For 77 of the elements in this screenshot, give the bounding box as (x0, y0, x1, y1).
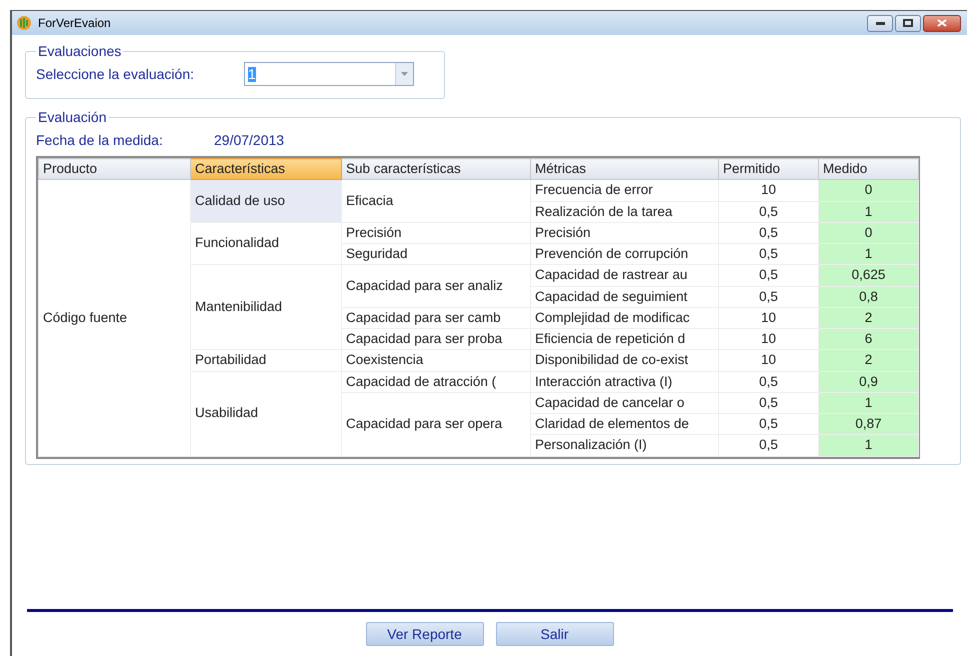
table-cell: Código fuente (38, 180, 190, 456)
table-cell: Capacidad de cancelar o (530, 392, 718, 414)
table-cell: Claridad de elementos de (530, 414, 718, 435)
table-cell: 0,5 (718, 392, 818, 414)
table-cell: 0,87 (818, 414, 918, 435)
minimize-button[interactable] (867, 14, 893, 32)
column-header[interactable]: Métricas (530, 158, 718, 180)
table-cell: 2 (818, 307, 918, 328)
table-cell: 0,5 (718, 286, 818, 308)
table-cell: 0,8 (818, 286, 918, 308)
date-label: Fecha de la medida: (36, 130, 164, 150)
column-header[interactable]: Permitido (718, 158, 818, 180)
maximize-icon (903, 19, 913, 27)
table-cell: Usabilidad (190, 371, 342, 456)
table-cell: Capacidad de seguimient (530, 286, 718, 308)
table-cell: 0,625 (818, 264, 918, 286)
table-cell: 0,5 (718, 201, 818, 222)
table-cell: 1 (818, 244, 918, 265)
table-cell: Realización de la tarea (530, 201, 718, 222)
table-cell: Capacidad para ser opera (342, 392, 530, 456)
table-cell: 10 (718, 328, 818, 350)
close-button[interactable] (923, 14, 961, 32)
action-button[interactable]: Ver Reporte (366, 622, 484, 646)
table-cell: Prevención de corrupción (530, 244, 718, 265)
table-cell: Precisión (530, 222, 718, 244)
column-header[interactable]: Características (190, 158, 342, 180)
table-cell: 0 (818, 222, 918, 244)
column-header[interactable]: Producto (38, 158, 190, 180)
table-cell: Capacidad para ser proba (342, 328, 530, 350)
table-cell: 0,5 (718, 371, 818, 392)
close-icon (937, 19, 947, 27)
dropdown-value: 1 (248, 66, 256, 82)
table-cell: 0,5 (718, 434, 818, 456)
group-title: Evaluación (37, 108, 108, 127)
table-cell: Funcionalidad (190, 222, 342, 265)
table-cell: Capacidad para ser analiz (342, 264, 530, 308)
date-value: 29/07/2013 (214, 130, 284, 150)
table-cell: 0,5 (718, 264, 818, 286)
table-cell: Portabilidad (190, 350, 342, 371)
column-header[interactable]: Medido (818, 158, 918, 180)
table-cell: Precisión (342, 222, 530, 244)
table-cell: 1 (818, 434, 918, 456)
table-cell: Coexistencia (342, 350, 530, 371)
table-cell: 0,5 (718, 222, 818, 244)
action-button[interactable]: Salir (496, 622, 614, 646)
table-cell: Eficacia (342, 180, 530, 222)
table-cell: Capacidad para ser camb (342, 307, 530, 328)
table-cell: 0,5 (718, 414, 818, 435)
table-cell: 10 (718, 350, 818, 371)
table-cell: Eficiencia de repetición d (530, 328, 718, 350)
table-cell: 1 (818, 201, 918, 222)
table-cell: 6 (818, 328, 918, 350)
field-label: Seleccione la evaluación: (36, 64, 195, 84)
table-cell: Seguridad (342, 244, 530, 265)
table-cell: 0,9 (818, 371, 918, 392)
table-cell: Disponibilidad de co-exist (530, 350, 718, 371)
table-cell: 2 (818, 350, 918, 371)
table-cell: 10 (718, 307, 818, 328)
table-cell: Capacidad de atracción ( (342, 371, 530, 392)
column-header[interactable]: Sub características (342, 158, 530, 180)
minimize-icon (876, 22, 884, 24)
app-icon (16, 15, 32, 31)
table-cell: 10 (718, 180, 818, 201)
table-cell: Frecuencia de error (530, 180, 718, 201)
maximize-button[interactable] (895, 14, 921, 32)
table-cell: Complejidad de modificac (530, 307, 718, 328)
table-cell: 0 (818, 180, 918, 201)
group-title: Evaluaciones (37, 42, 122, 61)
table-cell: 1 (818, 392, 918, 414)
table-cell: Interacción atractiva (I) (530, 371, 718, 392)
table-cell: Mantenibilidad (190, 264, 342, 350)
table-cell: 0,5 (718, 244, 818, 265)
table-cell: Capacidad de rastrear au (530, 264, 718, 286)
table-cell: Calidad de uso (190, 180, 342, 222)
window-title: ForVerEvaion (38, 15, 111, 32)
caret-icon (401, 72, 408, 76)
table-cell: Personalización (I) (530, 434, 718, 456)
